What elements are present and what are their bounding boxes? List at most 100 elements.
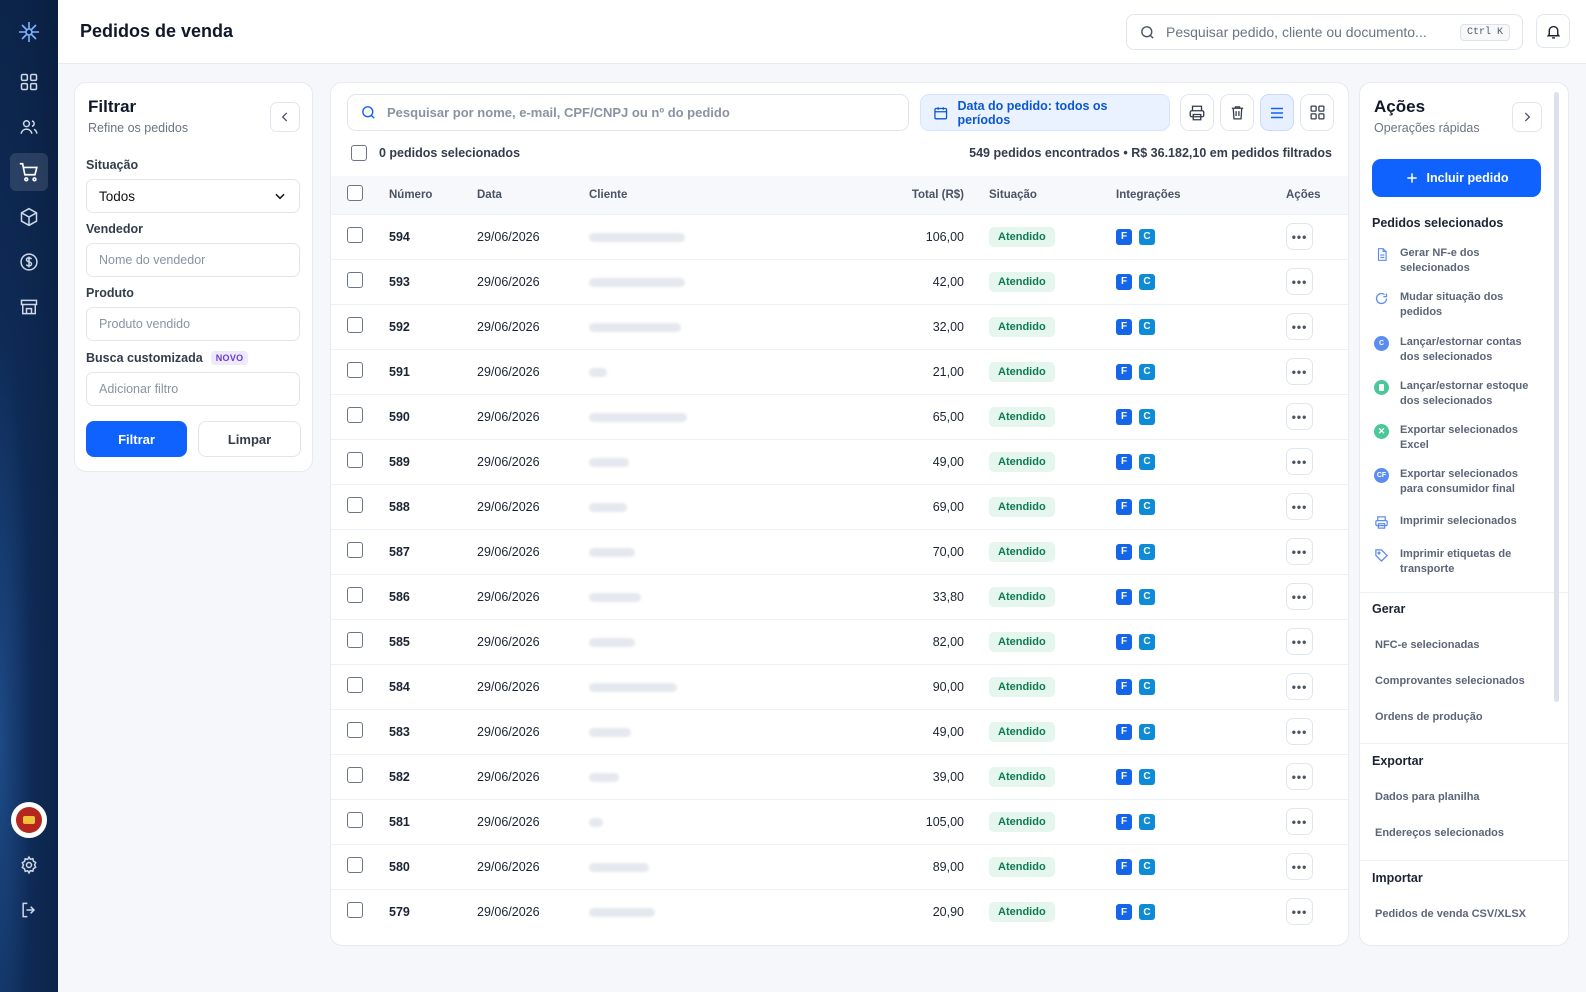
order-number[interactable]: 584 [389, 664, 477, 709]
row-checkbox[interactable] [347, 632, 363, 648]
order-number[interactable]: 590 [389, 394, 477, 439]
row-checkbox[interactable] [347, 767, 363, 783]
logout-icon[interactable] [15, 896, 43, 924]
row-checkbox[interactable] [347, 902, 363, 919]
row-actions-menu-button[interactable]: ••• [1286, 898, 1313, 926]
row-actions-menu-button[interactable]: ••• [1286, 223, 1313, 250]
integration-c-badge[interactable]: C [1139, 363, 1155, 380]
gerar-nfce[interactable]: NFC-e selecionadas [1375, 639, 1480, 651]
order-number[interactable]: 591 [389, 349, 477, 394]
row-checkbox[interactable] [347, 407, 363, 423]
integration-c-badge[interactable]: C [1139, 633, 1155, 650]
action-mudar-situacao[interactable]: Mudar situação dos pedidos [1374, 290, 1542, 320]
order-number[interactable]: 589 [389, 439, 477, 484]
integration-f-badge[interactable]: F [1116, 318, 1132, 335]
table-row[interactable]: 590 29/06/2026 65,00 Atendido FC ••• [331, 394, 1348, 439]
row-checkbox[interactable] [347, 587, 363, 603]
row-actions-menu-button[interactable]: ••• [1286, 493, 1313, 520]
integration-f-badge[interactable]: F [1116, 498, 1132, 515]
table-row[interactable]: 579 29/06/2026 20,90 Atendido FC ••• [331, 889, 1348, 934]
list-view-toggle[interactable] [1260, 94, 1294, 131]
order-number[interactable]: 580 [389, 844, 477, 889]
table-row[interactable]: 583 29/06/2026 49,00 Atendido FC ••• [331, 709, 1348, 754]
table-row[interactable]: 594 29/06/2026 106,00 Atendido FC ••• [331, 214, 1348, 259]
exportar-enderecos[interactable]: Endereços selecionados [1375, 827, 1504, 839]
dashboard-icon[interactable] [15, 68, 43, 96]
integration-c-badge[interactable]: C [1139, 453, 1155, 470]
row-actions-menu-button[interactable]: ••• [1286, 673, 1313, 700]
table-row[interactable]: 581 29/06/2026 105,00 Atendido FC ••• [331, 799, 1348, 844]
row-actions-menu-button[interactable]: ••• [1286, 853, 1313, 880]
integration-f-badge[interactable]: F [1116, 543, 1132, 560]
integration-c-badge[interactable]: C [1139, 768, 1155, 785]
print-button[interactable] [1180, 94, 1214, 131]
integration-f-badge[interactable]: F [1116, 273, 1132, 290]
row-checkbox[interactable] [347, 812, 363, 828]
collapse-filter-button[interactable] [270, 102, 300, 132]
integration-c-badge[interactable]: C [1139, 678, 1155, 695]
action-lancar-contas[interactable]: C Lançar/estornar contas dos selecionado… [1374, 335, 1542, 365]
row-checkbox[interactable] [347, 317, 363, 333]
row-checkbox[interactable] [347, 857, 363, 873]
table-row[interactable]: 592 29/06/2026 32,00 Atendido FC ••• [331, 304, 1348, 349]
gerar-comprovantes[interactable]: Comprovantes selecionados [1375, 675, 1525, 687]
vendedor-input[interactable] [86, 243, 300, 277]
table-row[interactable]: 593 29/06/2026 42,00 Atendido FC ••• [331, 259, 1348, 304]
action-imprimir-etiquetas[interactable]: Imprimir etiquetas de transporte [1374, 547, 1542, 577]
integration-f-badge[interactable]: F [1116, 858, 1132, 875]
integration-c-badge[interactable]: C [1139, 318, 1155, 335]
notifications-button[interactable] [1536, 14, 1570, 48]
row-actions-menu-button[interactable]: ••• [1286, 268, 1313, 295]
importar-pedidos-csv[interactable]: Pedidos de venda CSV/XLSX [1375, 908, 1526, 920]
integration-c-badge[interactable]: C [1139, 904, 1155, 920]
row-checkbox[interactable] [347, 362, 363, 378]
integration-f-badge[interactable]: F [1116, 453, 1132, 470]
integration-c-badge[interactable]: C [1139, 543, 1155, 560]
table-row[interactable]: 580 29/06/2026 89,00 Atendido FC ••• [331, 844, 1348, 889]
user-avatar[interactable] [11, 802, 47, 838]
order-number[interactable]: 594 [389, 214, 477, 259]
table-row[interactable]: 582 29/06/2026 39,00 Atendido FC ••• [331, 754, 1348, 799]
row-checkbox[interactable] [347, 677, 363, 693]
table-row[interactable]: 589 29/06/2026 49,00 Atendido FC ••• [331, 439, 1348, 484]
row-checkbox[interactable] [347, 722, 363, 738]
global-search-input[interactable] [1166, 24, 1460, 40]
integration-f-badge[interactable]: F [1116, 768, 1132, 785]
settings-gear-icon[interactable] [15, 851, 43, 879]
order-number[interactable]: 579 [389, 889, 477, 934]
collapse-actions-button[interactable] [1512, 102, 1542, 132]
integration-f-badge[interactable]: F [1116, 408, 1132, 425]
date-filter-button[interactable]: Data do pedido: todos os períodos [920, 94, 1170, 131]
row-checkbox[interactable] [347, 227, 363, 243]
busca-customizada-input[interactable] [86, 372, 300, 406]
integration-c-badge[interactable]: C [1139, 723, 1155, 740]
grid-view-toggle[interactable] [1300, 94, 1334, 131]
gerar-ordens-producao[interactable]: Ordens de produção [1375, 711, 1483, 723]
users-icon[interactable] [15, 113, 43, 141]
integration-c-badge[interactable]: C [1139, 588, 1155, 605]
action-exportar-consumidor[interactable]: CF Exportar selecionados para consumidor… [1374, 467, 1542, 497]
box-icon[interactable] [15, 203, 43, 231]
row-checkbox[interactable] [347, 452, 363, 468]
order-number[interactable]: 581 [389, 799, 477, 844]
produto-input[interactable] [86, 307, 300, 341]
row-actions-menu-button[interactable]: ••• [1286, 808, 1313, 835]
col-total[interactable]: Total (R$) [889, 176, 989, 214]
row-checkbox[interactable] [347, 272, 363, 288]
integration-c-badge[interactable]: C [1139, 858, 1155, 875]
integration-f-badge[interactable]: F [1116, 904, 1132, 920]
row-actions-menu-button[interactable]: ••• [1286, 763, 1313, 790]
integration-f-badge[interactable]: F [1116, 723, 1132, 740]
row-checkbox[interactable] [347, 497, 363, 513]
order-number[interactable]: 582 [389, 754, 477, 799]
table-row[interactable]: 585 29/06/2026 82,00 Atendido FC ••• [331, 619, 1348, 664]
row-actions-menu-button[interactable]: ••• [1286, 358, 1313, 385]
table-row[interactable]: 587 29/06/2026 70,00 Atendido FC ••• [331, 529, 1348, 574]
row-checkbox[interactable] [347, 542, 363, 558]
row-actions-menu-button[interactable]: ••• [1286, 448, 1313, 475]
order-number[interactable]: 592 [389, 304, 477, 349]
table-row[interactable]: 586 29/06/2026 33,80 Atendido FC ••• [331, 574, 1348, 619]
row-actions-menu-button[interactable]: ••• [1286, 538, 1313, 565]
integration-c-badge[interactable]: C [1139, 408, 1155, 425]
app-logo-icon[interactable] [15, 18, 43, 46]
